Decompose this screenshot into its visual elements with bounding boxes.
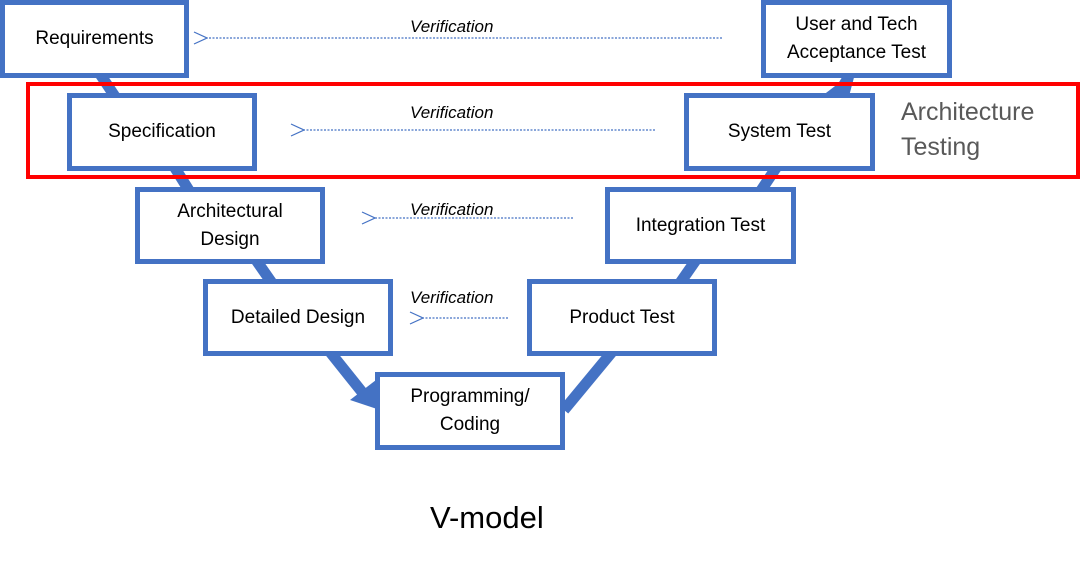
phase-architectural-design: Architectural Design <box>135 187 325 264</box>
phase-detailed-design: Detailed Design <box>203 279 393 356</box>
phase-programming-coding: Programming/ Coding <box>375 372 565 450</box>
diagram-title: V-model <box>430 500 544 535</box>
phase-user-tech-acceptance-test: User and Tech Acceptance Test <box>761 0 952 78</box>
verification-label: Verification <box>410 288 494 307</box>
architecture-testing-label: Architecture Testing <box>901 98 1035 161</box>
phase-integration-test: Integration Test <box>605 187 796 264</box>
verification-label: Verification <box>410 103 494 122</box>
verification-label: Verification <box>410 200 494 219</box>
connector-detailed-design-programming <box>325 348 367 396</box>
phase-specification: Specification <box>67 93 257 171</box>
v-model-diagram: Architecture Testing Requirements Specif… <box>0 0 1081 564</box>
phase-system-test: System Test <box>684 93 875 171</box>
phase-product-test: Product Test <box>527 279 717 356</box>
connector-programming-product-test <box>559 348 617 414</box>
verification-label: Verification <box>410 17 494 36</box>
phase-requirements: Requirements <box>0 0 189 78</box>
